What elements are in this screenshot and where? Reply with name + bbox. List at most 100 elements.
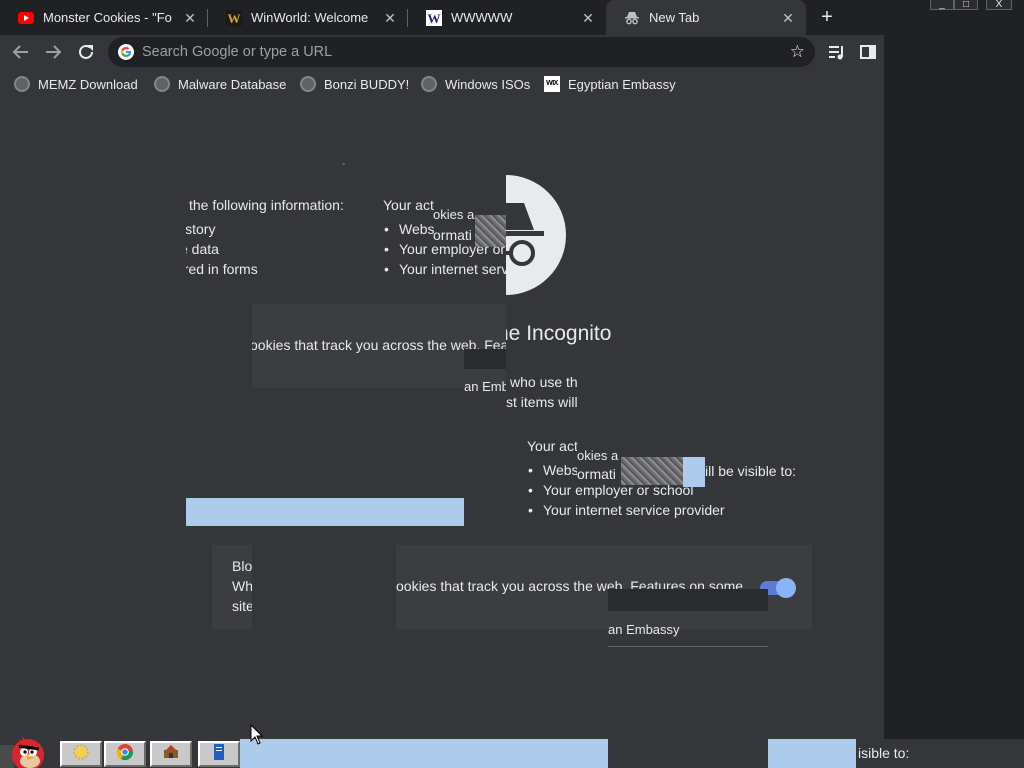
who-use-text: who use th [510,374,578,390]
glitch-black-block [464,349,506,369]
info-block: the following information: istory e data… [186,195,376,285]
taskbar-button-chrome[interactable] [104,741,146,767]
card-text: Blo [232,558,253,574]
overlay-text: ormati [433,227,472,243]
sun-folder-icon [72,743,90,766]
tab-strip: Monster Cookies - "Fo ✕ W WinWorld: Welc… [0,0,1024,35]
info-item: e data [186,241,219,257]
bookmark-star-icon[interactable]: ☆ [790,42,805,62]
incognito-logo-icon [506,175,566,295]
bookmark-egyptian-embassy[interactable]: WIX Egyptian Embassy [544,69,676,99]
youtube-icon [18,10,34,26]
reload-icon[interactable] [74,40,98,64]
angry-bird-start-icon[interactable] [0,733,56,768]
app-icon [162,743,180,766]
bookmark-windows-isos[interactable]: Windows ISOs [421,69,530,99]
browser-toolbar: ☆ [0,35,884,69]
blue-document-icon [211,743,227,766]
svg-text:W: W [428,11,441,26]
tab-title: Monster Cookies - "Fo [43,10,172,25]
new-tab-plus-icon[interactable]: + [815,6,839,30]
bookmark-label: Windows ISOs [445,76,531,92]
taskbar-button-notepad[interactable] [198,741,240,767]
maximize-button[interactable]: □ [954,0,978,10]
tab-wwwww[interactable]: W WWWWW ✕ [408,0,606,35]
bookmark-label: Egyptian Embassy [568,76,676,92]
tab-close-icon[interactable]: ✕ [382,10,398,26]
globe-icon [14,76,30,92]
tab-title: New Tab [649,10,700,25]
glitch-noise [621,457,683,485]
overlay-text: ormati [577,466,616,482]
glitch-blue-bar [768,739,856,768]
bookmarks-bar: MEMZ Download Malware Database Bonzi BUD… [0,69,884,99]
close-window-button[interactable]: X [986,0,1012,10]
window-edge-pane [884,10,1024,768]
search-input[interactable] [142,42,782,62]
glitch-blue-block [683,457,705,487]
incognito-icon [624,10,640,26]
glitch-underline [608,646,768,647]
card-text: Wh [232,578,253,594]
card-text: site [232,598,254,614]
glitch-black-block [608,589,768,611]
bookmark-label: MEMZ Download [38,76,138,92]
incognito-page: - the following information: istory e da… [0,99,884,739]
winworld-icon: W [226,9,242,26]
forward-arrow-icon[interactable] [41,40,65,64]
tab-title: WWWWW [451,10,513,25]
overlay-text: okies a [433,207,475,222]
bookmark-malware-database[interactable]: Malware Database [154,69,286,99]
taskbar: isible to: [0,736,1024,768]
taskbar-button-app[interactable] [150,741,192,767]
visible-to-text: ill be visible to: [705,463,797,479]
glitch-dash: - [342,159,346,170]
activity-item: Webs [384,219,434,239]
globe-icon [421,76,437,92]
info-item: ered in forms [186,261,258,277]
glitch-gap [252,545,396,629]
activity-header: Your act [383,197,434,213]
reading-list-icon[interactable] [827,42,847,62]
back-arrow-icon[interactable] [9,40,33,64]
tab-monster-cookies[interactable]: Monster Cookies - "Fo ✕ [0,0,208,35]
bookmark-memz-download[interactable]: MEMZ Download [14,69,138,99]
glitch-gap [608,739,768,768]
embassy-fragment: an Embass [464,377,506,399]
bookmark-label: Bonzi BUDDY! [324,76,410,92]
embassy-text: an Embassy [608,622,680,637]
list-items-text: st items will [506,394,578,410]
w-site-icon: W [426,9,442,26]
tab-close-icon[interactable]: ✕ [182,10,198,26]
tab-new-tab[interactable]: New Tab ✕ [606,0,806,35]
wix-icon: WIX [544,76,560,92]
tab-close-icon[interactable]: ✕ [780,10,796,26]
tab-winworld[interactable]: W WinWorld: Welcome ✕ [208,0,408,35]
page-heading: ne Incognito [497,322,612,345]
taskbar-button-folder[interactable] [60,741,102,767]
embassy-text: an Embass [464,379,506,394]
tab-title: WinWorld: Welcome [251,10,369,25]
chrome-icon [116,743,134,766]
incognito-logo [506,175,572,295]
activity-header-2: Your act [527,438,578,454]
globe-icon [154,76,170,92]
google-g-icon [118,44,134,60]
bookmark-bonzi-buddy[interactable]: Bonzi BUDDY! [300,69,409,99]
minimize-button[interactable]: _ [930,0,954,10]
info-intro: the following information: [189,197,344,213]
activity-item: Your internet serv [384,259,506,279]
side-panel-icon[interactable] [858,42,878,62]
address-bar[interactable]: ☆ [108,37,815,67]
glitch-blue-bar [186,498,464,526]
glitch-blue-bar [240,739,608,768]
glitch-overlay-2: okies a ormati [577,444,621,484]
activity-item-2: Your internet service provider [528,500,725,520]
bookmark-label: Malware Database [178,76,287,92]
glitch-noise [475,215,506,247]
globe-icon [300,76,316,92]
toggle-knob [776,578,796,598]
svg-text:W: W [228,11,241,26]
overlay-text: okies a [577,448,619,463]
tab-close-icon[interactable]: ✕ [580,10,596,26]
